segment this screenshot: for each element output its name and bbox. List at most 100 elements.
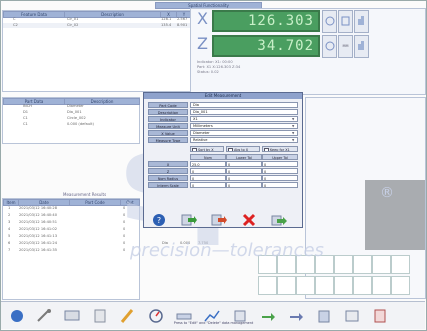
thumbnail[interactable] <box>258 255 277 274</box>
chevron-down-icon[interactable]: ▼ <box>292 131 296 135</box>
status-bar: Press to "Edit" and "Delete" data manage… <box>173 321 254 325</box>
svg-text:?: ? <box>157 216 161 225</box>
thumbnail[interactable] <box>391 255 410 274</box>
thumbnail[interactable] <box>258 276 277 295</box>
cell: D1 <box>23 110 29 114</box>
grid-cell-input[interactable]: 0 <box>190 168 226 174</box>
cell: 2021/03/12 16:40:28 <box>19 206 57 210</box>
measure-type-select[interactable]: Relative ▼ <box>190 137 298 143</box>
thumbnail[interactable] <box>277 255 296 274</box>
cell: 0 <box>123 213 126 217</box>
cell: C2 <box>13 23 18 27</box>
grid-cell-input[interactable]: 0 <box>226 161 262 167</box>
grid-cell-input[interactable]: 0 <box>226 168 262 174</box>
thumbnail[interactable] <box>277 276 296 295</box>
mr-header-out[interactable]: Out <box>120 199 140 206</box>
chevron-down-icon[interactable]: ▼ <box>292 124 296 128</box>
info-line: Status: 0.02 <box>197 70 219 74</box>
table-row[interactable]: C1 0.000 (default) <box>3 122 139 127</box>
table-row[interactable]: INCH Diameter <box>3 104 139 109</box>
grid-cell-input[interactable]: 0 <box>262 161 298 167</box>
chevron-down-icon[interactable]: ▼ <box>292 117 296 121</box>
thumbnail[interactable] <box>315 276 334 295</box>
abs-to-x-checkbox[interactable]: Abs to X <box>226 146 260 152</box>
cancel-button[interactable] <box>240 212 258 227</box>
mr-header-date[interactable]: Date <box>18 199 70 206</box>
cell: 5 <box>8 234 11 238</box>
mr-header-part[interactable]: Part Code <box>69 199 121 206</box>
cell: 6 <box>8 241 11 245</box>
thumbnail[interactable] <box>353 255 372 274</box>
zero-z-button[interactable] <box>322 35 337 58</box>
close-icon <box>242 213 256 227</box>
thumbnail[interactable] <box>296 276 315 295</box>
measure-unit-select[interactable]: Millimeters ▼ <box>190 123 298 129</box>
table-row[interactable]: 7 2021/03/12 16:41:35 0 <box>3 248 139 253</box>
thumbnail[interactable] <box>296 255 315 274</box>
dialog-title: Edit Measurement <box>144 93 302 99</box>
table-row[interactable]: 5 2021/03/12 16:41:13 0 <box>3 234 139 239</box>
table-row[interactable]: D1 Dia_001 <box>3 110 139 115</box>
grid-cell-input[interactable]: 0 <box>262 182 298 188</box>
grid-cell-input[interactable]: 0 <box>262 175 298 181</box>
thumbnail[interactable] <box>334 276 353 295</box>
part-code-input[interactable]: Dia <box>190 102 298 108</box>
sort-by-x-checkbox[interactable]: Sort by X <box>190 146 224 152</box>
mr-header-item[interactable]: Item <box>3 199 19 206</box>
confirm-button[interactable] <box>270 212 288 226</box>
reset-x-button[interactable] <box>338 10 353 33</box>
measurement-results-panel: Measurement Results Item Date Part Code … <box>2 192 140 300</box>
units-toggle-button[interactable]: MM <box>338 35 353 58</box>
checkbox-box <box>228 147 233 151</box>
thumbnail[interactable] <box>353 276 372 295</box>
cell: 0.000 <box>180 241 191 245</box>
cell: 2.567 <box>177 17 188 21</box>
next-button[interactable] <box>180 212 198 226</box>
cell: Dia_001 <box>67 110 82 114</box>
grid-header-upper-tol: Upper Tol <box>262 154 298 160</box>
cell: Cir_01 <box>67 17 79 21</box>
grid-cell-input[interactable]: 0 <box>226 182 262 188</box>
field-label: Indicator <box>148 116 188 122</box>
thumbnail[interactable] <box>372 255 391 274</box>
x-axis-label: X <box>197 9 208 28</box>
grid-cell-input[interactable]: 0 <box>190 182 226 188</box>
hand-z-button[interactable] <box>354 35 369 58</box>
cell: 8.901 <box>177 23 188 27</box>
checkbox-box <box>192 147 197 151</box>
hand-x-button[interactable] <box>354 10 369 33</box>
description-input[interactable]: Dia_001 <box>190 109 298 115</box>
grid-cell-input[interactable]: 0 <box>190 175 226 181</box>
chevron-down-icon[interactable]: ▼ <box>292 138 296 142</box>
table-row[interactable]: Dia 0.000 7.750 <box>140 241 250 246</box>
z-value-display: 34.702 <box>212 35 320 57</box>
help-button[interactable]: ? <box>150 212 168 226</box>
table-row[interactable]: 4 2021/03/12 16:41:02 0 <box>3 227 139 232</box>
readout-info: Indicator: X1: 00:00 Part: X1 X:126.303 … <box>197 60 317 75</box>
table-row[interactable]: 2 2021/03/12 16:40:40 0 <box>3 213 139 218</box>
zero-x-button[interactable] <box>322 10 337 33</box>
x-value-select[interactable]: Diameter ▼ <box>190 130 298 136</box>
thumbnail[interactable] <box>334 255 353 274</box>
table-row[interactable]: C Cir_01 128.1 2.567 <box>3 17 191 22</box>
keep-for-x1-checkbox[interactable]: Keep for X1 <box>262 146 298 152</box>
indicator-select[interactable]: X1 ▼ <box>190 116 298 122</box>
grid-cell-input[interactable]: 0 <box>226 175 262 181</box>
insert-button[interactable] <box>210 212 228 226</box>
table-row[interactable]: C2 Cir_02 135.4 8.901 <box>3 23 191 28</box>
table-row[interactable]: 1 2021/03/12 16:40:28 0 <box>3 206 139 211</box>
part-table: Part Data Description INCH Diameter D1 D… <box>2 97 140 144</box>
cell: 2021/03/12 16:40:51 <box>19 220 57 224</box>
table-row[interactable]: C1 Circle_002 <box>3 116 139 121</box>
table-row[interactable]: 6 2021/03/12 16:41:24 0 <box>3 241 139 246</box>
thumbnail[interactable] <box>372 276 391 295</box>
grid-cell-input[interactable]: 0 <box>262 168 298 174</box>
cell: 128.1 <box>161 17 172 21</box>
thumbnail[interactable] <box>315 255 334 274</box>
thumbnail[interactable] <box>391 276 410 295</box>
grid-cell-input[interactable]: 25.0 <box>190 161 226 167</box>
cell: Cir_02 <box>67 23 79 27</box>
table-row[interactable]: 3 2021/03/12 16:40:51 0 <box>3 220 139 225</box>
cell: Dia <box>162 241 168 245</box>
cell: Circle_002 <box>67 116 86 120</box>
